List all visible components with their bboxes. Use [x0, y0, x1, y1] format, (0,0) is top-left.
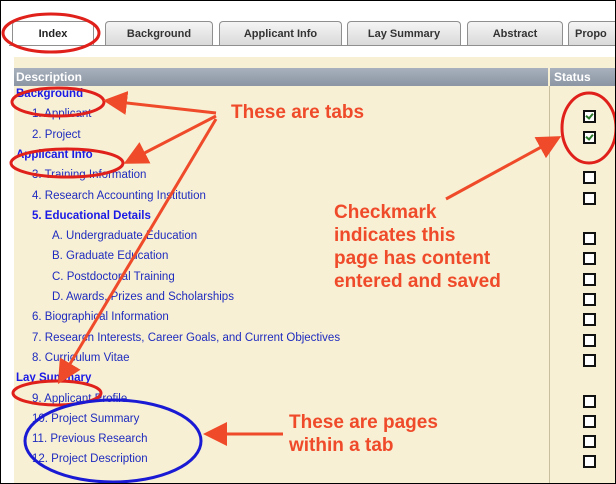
status-checkbox	[583, 272, 596, 286]
annotation-tabs-note: These are tabs	[231, 102, 365, 123]
status-checkbox	[583, 414, 596, 428]
list-item[interactable]: 6. Biographical Information	[32, 307, 169, 327]
list-item[interactable]: 3. Training Information	[32, 165, 146, 185]
tab-lay-summary[interactable]: Lay Summary	[347, 21, 461, 45]
list-item[interactable]: 7. Research Interests, Career Goals, and…	[32, 328, 340, 348]
list-item[interactable]: 1. Applicant	[32, 104, 91, 124]
tab-index[interactable]: Index	[12, 21, 94, 45]
screenshot-frame: Index Background Applicant Info Lay Summ…	[0, 0, 616, 484]
list-item[interactable]: A. Undergraduate Education	[52, 226, 197, 246]
annotation-checkmark-line: Checkmark	[334, 202, 437, 223]
list-item[interactable]: 8. Curriculum Vitae	[32, 348, 130, 368]
status-checkbox	[583, 252, 596, 266]
status-checkbox-checked	[583, 130, 596, 144]
section-header[interactable]: Background	[16, 84, 83, 104]
status-checkbox	[583, 232, 596, 246]
annotation-checkmark-line: entered and saved	[334, 271, 501, 292]
annotation-checkmark-line: indicates this	[334, 225, 456, 246]
status-checkbox	[583, 313, 596, 327]
annotation-checkmark-line: page has content	[334, 248, 491, 269]
annotation-pages-line: within a tab	[289, 435, 394, 456]
status-checkbox	[583, 394, 596, 408]
list-item[interactable]: C. Postdoctoral Training	[52, 267, 175, 287]
tab-applicant-info[interactable]: Applicant Info	[219, 21, 342, 45]
section-header[interactable]: Applicant Info	[16, 145, 93, 165]
annotation-pages-line: These are pages	[289, 412, 438, 433]
column-header-status: Status	[550, 68, 615, 86]
status-checkbox	[583, 293, 596, 306]
status-checkbox	[583, 171, 596, 185]
tab-proposal[interactable]: Propo	[568, 21, 615, 45]
status-column-divider	[549, 86, 550, 483]
status-checkbox	[583, 455, 596, 469]
list-item[interactable]: 10. Project Summary	[32, 409, 139, 429]
list-item[interactable]: 4. Research Accounting Institution	[32, 186, 206, 206]
tab-bar: Index Background Applicant Info Lay Summ…	[1, 1, 615, 51]
status-checkbox	[583, 333, 596, 347]
list-item[interactable]: 5. Educational Details	[32, 206, 151, 226]
status-checkbox	[583, 353, 596, 367]
list-item[interactable]: 11. Previous Research	[32, 429, 147, 449]
list-item[interactable]: 9. Applicant Profile	[32, 389, 127, 409]
section-header[interactable]: Lay Summary	[16, 368, 91, 388]
list-item[interactable]: 2. Project	[32, 125, 81, 145]
status-checkbox	[583, 435, 596, 449]
tab-background[interactable]: Background	[105, 21, 213, 45]
list-item[interactable]: B. Graduate Education	[52, 246, 168, 266]
annotation-checkmark-note: Checkmark indicates this page has conten…	[334, 201, 501, 293]
annotation-pages-note: These are pages within a tab	[289, 411, 438, 457]
tab-underline	[9, 45, 615, 46]
column-header-description: Description	[14, 68, 548, 86]
tab-abstract[interactable]: Abstract	[467, 21, 563, 45]
list-item[interactable]: 12. Project Description	[32, 449, 148, 469]
status-checkbox	[583, 191, 596, 205]
list-item[interactable]: D. Awards, Prizes and Scholarships	[52, 287, 234, 307]
status-checkbox-checked	[583, 110, 596, 124]
